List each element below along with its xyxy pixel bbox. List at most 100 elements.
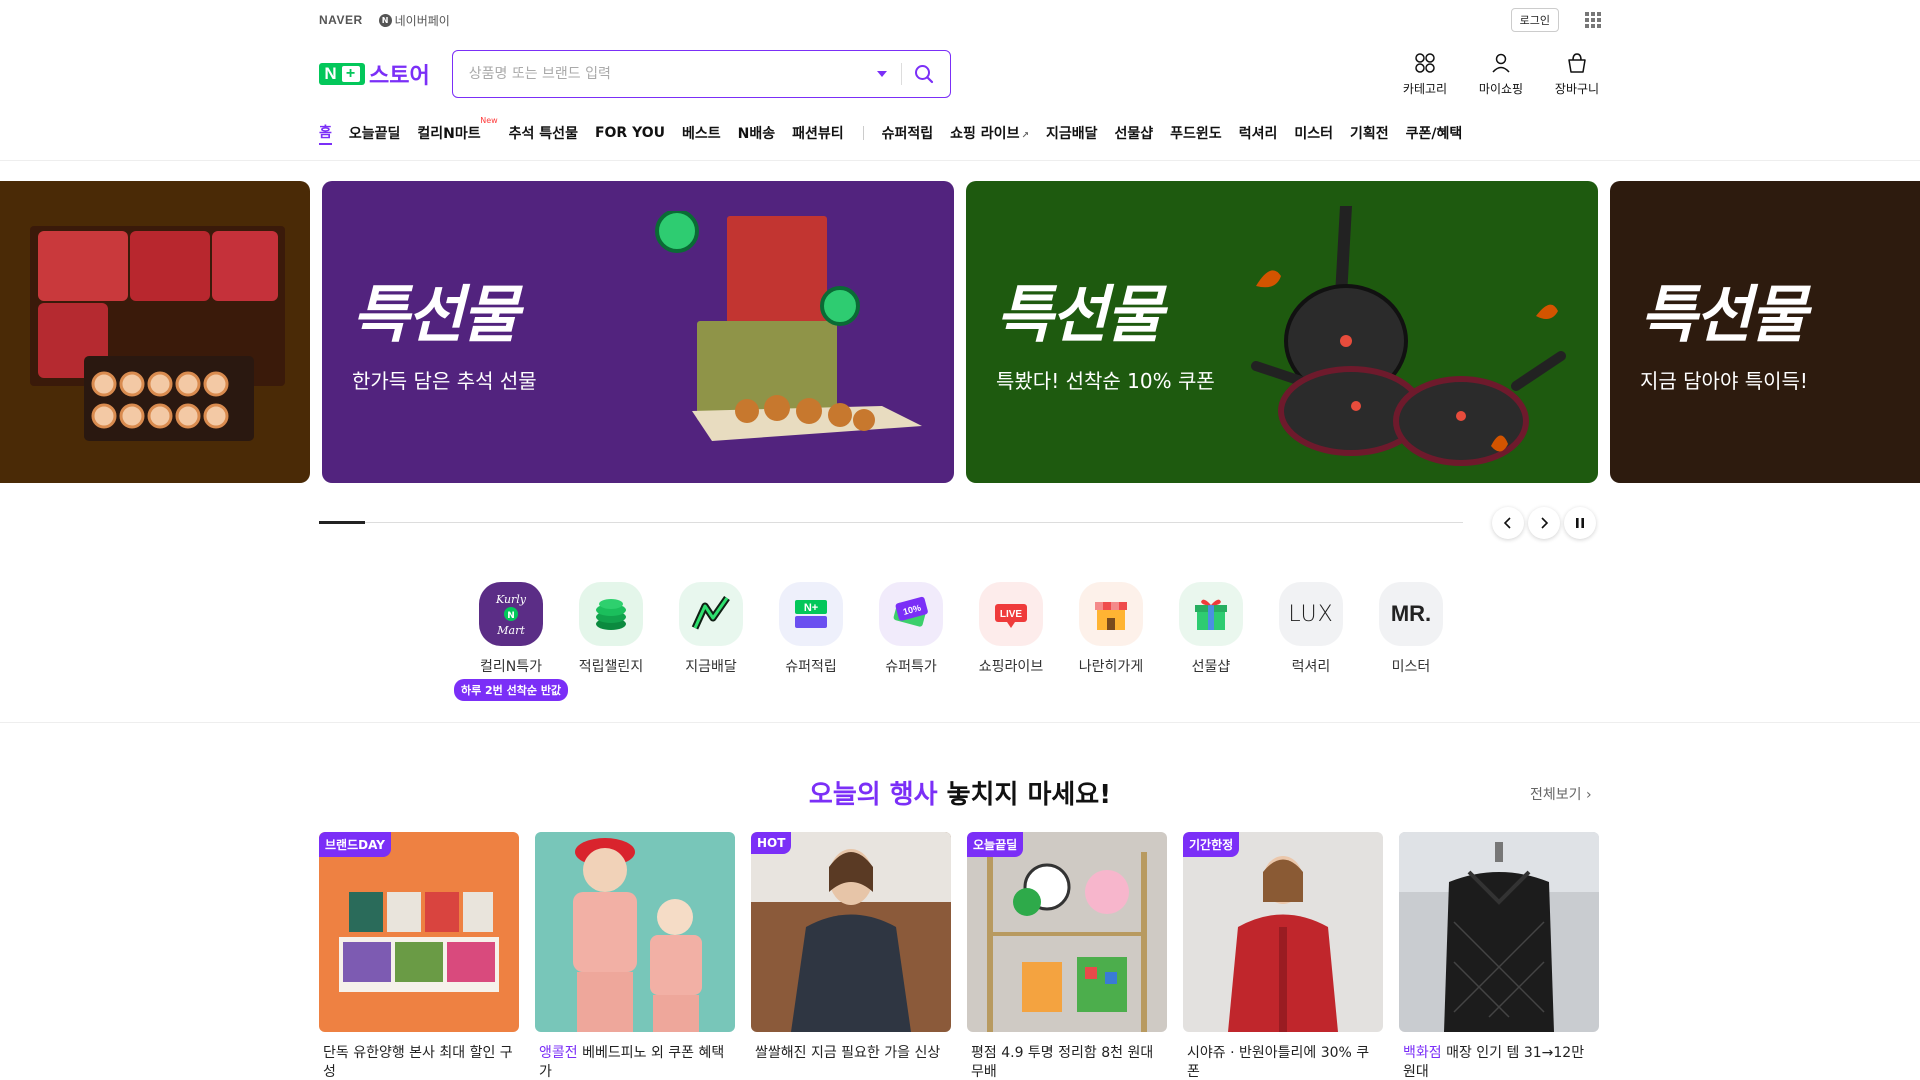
event-tag: 브랜드DAY — [319, 832, 391, 857]
shortcut-side-by-side-store[interactable]: 나란히가게 — [1079, 582, 1143, 676]
nav-coupon-benefit[interactable]: 쿠폰/혜택 — [1406, 123, 1463, 143]
gift-icon — [1179, 582, 1243, 646]
shortcut-label: 지금배달 — [685, 659, 737, 675]
my-shopping-button[interactable]: 마이쇼핑 — [1477, 52, 1525, 97]
event-tag: HOT — [751, 832, 792, 854]
shortcut-list: Kurly N Mart 컬리N특가 하루 2번 선착순 반값 적립챌린지 지금배달… — [453, 582, 1443, 701]
header-shortcuts: 카테고리 마이쇼핑 장바구니 — [1401, 52, 1601, 97]
shortcut-mister[interactable]: MR. 미스터 — [1379, 582, 1443, 676]
nav-exhibition[interactable]: 기획전 — [1350, 123, 1389, 143]
search-box — [451, 50, 951, 98]
nav-shopping-live-label: 쇼핑 라이브 — [950, 126, 1020, 142]
carousel-controls — [1492, 507, 1596, 539]
event-card[interactable]: 기간한정 시야쥬 · 반원아틀리에 30% 쿠폰 — [1183, 832, 1383, 1080]
event-card-image — [1399, 832, 1599, 1032]
utility-bar: NAVER N 네이버페이 로그인 — [319, 0, 1601, 40]
event-card[interactable]: 브랜드DAY 단독 유한양행 본사 최대 할인 구성 — [319, 832, 519, 1080]
event-card-desc: 단독 유한양행 본사 최대 할인 구성 — [323, 1045, 513, 1080]
live-icon: LIVE — [979, 582, 1043, 646]
event-card-image: 오늘끝딜 — [967, 832, 1167, 1032]
banner-prev-peek[interactable] — [0, 181, 310, 483]
nav-mister[interactable]: 미스터 — [1294, 123, 1333, 143]
event-card-text: 시야쥬 · 반원아틀리에 30% 쿠폰 — [1183, 1044, 1383, 1080]
user-icon — [1492, 53, 1510, 73]
nav-shopping-live[interactable]: 쇼핑 라이브 ↗ — [950, 123, 1029, 143]
my-shopping-label: 마이쇼핑 — [1478, 81, 1524, 96]
banner-title: 특선물 — [1640, 278, 1807, 351]
shortcut-shopping-live[interactable]: LIVE 쇼핑라이브 — [979, 582, 1043, 676]
event-card[interactable]: 오늘끝딜 평점 4.9 투명 정리함 8천 원대 무배 — [967, 832, 1167, 1080]
naver-link[interactable]: NAVER — [319, 13, 363, 27]
login-button[interactable]: 로그인 — [1510, 8, 1559, 32]
search-input[interactable] — [468, 66, 877, 82]
see-all-link[interactable]: 전체보기 › — [1530, 784, 1592, 804]
prev-button[interactable] — [1492, 507, 1524, 539]
banner-chuseok-gift[interactable]: 특선물 한가득 담은 추석 선물 — [322, 181, 954, 483]
carousel-progress-fill — [319, 521, 365, 524]
nav-kurly-n-mart-label: 컬리N마트 — [417, 126, 481, 142]
cart-button[interactable]: 장바구니 — [1553, 52, 1601, 97]
nav-food-window[interactable]: 푸드윈도 — [1170, 123, 1222, 143]
header-divider — [0, 160, 1920, 161]
shortcut-label: 나란히가게 — [1078, 659, 1144, 675]
external-link-icon: ↗ — [1021, 131, 1029, 141]
banner-next-peek[interactable]: 특선물 지금 담아야 특이득! — [1610, 181, 1920, 483]
new-badge: New — [480, 116, 498, 125]
event-card[interactable]: HOT 쌀쌀해진 지금 필요한 가을 신상 — [751, 832, 951, 1080]
event-card[interactable]: 백화점 매장 인기 템 31→12만원대 — [1399, 832, 1599, 1080]
store-logo[interactable]: N + 스토어 — [319, 58, 430, 90]
next-button[interactable] — [1528, 507, 1560, 539]
nav-now-delivery[interactable]: 지금배달 — [1046, 123, 1098, 143]
shortcut-super-point[interactable]: N+ 슈퍼적립 — [779, 582, 843, 676]
nav-super-point[interactable]: 슈퍼적립 — [882, 123, 934, 143]
shortcut-point-challenge[interactable]: 적립챌린지 — [579, 582, 643, 676]
naver-pay-icon: N — [378, 13, 392, 27]
nav-fashion-beauty[interactable]: 패션뷰티 — [792, 123, 844, 143]
shortcut-label: 미스터 — [1391, 659, 1431, 675]
shortcut-gift-shop[interactable]: 선물샵 — [1179, 582, 1243, 676]
nav-home[interactable]: 홈 — [319, 122, 332, 145]
nav-best[interactable]: 베스트 — [682, 123, 721, 143]
super-point-icon: N+ — [779, 582, 843, 646]
event-card-desc: 쌀쌀해진 지금 필요한 가을 신상 — [755, 1045, 941, 1061]
section-title: 오늘의 행사 놓치지 마세요! — [0, 774, 1920, 811]
pause-button[interactable] — [1564, 507, 1596, 539]
nav-luxury[interactable]: 럭셔리 — [1239, 123, 1278, 143]
event-card-text: 쌀쌀해진 지금 필요한 가을 신상 — [751, 1044, 951, 1080]
section-title-rest: 놓치지 마세요! — [937, 780, 1112, 810]
kurly-n-mart-icon: Kurly N Mart — [479, 582, 543, 646]
event-card-image: 기간한정 — [1183, 832, 1383, 1032]
delivery-bolt-icon — [679, 582, 743, 646]
app-grid-icon[interactable] — [1585, 12, 1601, 28]
category-button[interactable]: 카테고리 — [1401, 52, 1449, 97]
shortcut-label: 선물샵 — [1191, 659, 1231, 675]
shortcut-super-deal[interactable]: 10% 슈퍼특가 — [879, 582, 943, 676]
search-divider — [900, 63, 902, 85]
search-icon[interactable] — [914, 64, 934, 84]
shortcut-now-delivery[interactable]: 지금배달 — [679, 582, 743, 676]
chevron-right-icon — [1541, 517, 1549, 529]
event-tag: 기간한정 — [1183, 832, 1240, 857]
banner-coupon-10[interactable]: 특선물 특봤다! 선착순 10% 쿠폰 — [966, 181, 1598, 483]
nav-kurly-n-mart[interactable]: 컬리N마트 New — [417, 116, 497, 143]
naver-pay-link[interactable]: N 네이버페이 — [378, 12, 450, 29]
mr-icon: MR. — [1379, 582, 1443, 646]
meat-gift-set-image — [30, 226, 285, 441]
nav-divider — [862, 126, 864, 140]
naver-pay-label: 네이버페이 — [394, 13, 450, 28]
autocomplete-toggle-icon[interactable] — [876, 71, 887, 77]
shortcut-label: 슈퍼적립 — [785, 659, 837, 675]
nav-gift-shop[interactable]: 선물샵 — [1115, 123, 1154, 143]
shortcut-luxury[interactable]: LUX 럭셔리 — [1279, 582, 1343, 676]
nav-today-deal[interactable]: 오늘끝딜 — [349, 123, 401, 143]
nav-n-delivery[interactable]: N배송 — [738, 123, 775, 143]
nav-chuseok-gift[interactable]: 추석 특선물 — [509, 123, 578, 143]
nav-for-you[interactable]: FOR YOU — [595, 125, 665, 141]
store-front-icon — [1079, 582, 1143, 646]
shortcut-kurly-n-deal[interactable]: Kurly N Mart 컬리N특가 하루 2번 선착순 반값 — [453, 582, 569, 701]
pause-icon — [1576, 518, 1584, 528]
banner-subtitle: 지금 담아야 특이득! — [1640, 369, 1808, 393]
event-card-text: 단독 유한양행 본사 최대 할인 구성 — [319, 1044, 519, 1080]
event-card[interactable]: 앵콜전 베베드피노 외 쿠폰 혜택가 — [535, 832, 735, 1080]
page: NAVER N 네이버페이 로그인 N + 스토어 상품명 또는 브랜드 입력 … — [0, 0, 1920, 1080]
